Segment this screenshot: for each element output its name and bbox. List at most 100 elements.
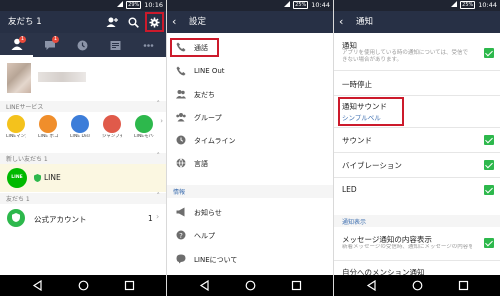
notification-checkbox[interactable] [484, 48, 494, 58]
status-bar: 25% 10:44 [334, 0, 500, 11]
official-accounts-row[interactable]: 公式アカウント 1 › [0, 205, 166, 231]
home-icon[interactable] [245, 280, 256, 291]
vibration-checkbox[interactable] [484, 160, 494, 170]
clock-icon [176, 135, 186, 145]
settings-item-language[interactable]: 言語 [167, 152, 333, 174]
collapse-arrow-icon[interactable]: ˄ [157, 100, 161, 108]
settings-item-label: ヘルプ [194, 232, 215, 240]
battery-indicator: 29% [126, 1, 142, 9]
line-services-label: LINEサービス [6, 104, 44, 111]
tab-more[interactable] [132, 33, 165, 57]
signal-icon [451, 1, 458, 7]
tab-timeline[interactable] [66, 33, 99, 57]
globe-icon [176, 158, 186, 168]
service-label: LINEモバイル [134, 134, 154, 139]
recents-icon[interactable] [291, 280, 302, 291]
led-checkbox[interactable] [484, 185, 494, 195]
divider-line [334, 260, 500, 261]
android-nav-bar [334, 275, 500, 296]
android-nav-bar [0, 275, 166, 296]
collapse-arrow-icon[interactable]: ˄ [157, 192, 161, 200]
new-friend-row[interactable]: LINE LINE [0, 164, 166, 192]
settings-item-notices[interactable]: お知らせ [167, 201, 333, 223]
message-content-row[interactable]: メッセージ通知の内容表示 新着メッセージの受信時、通知にメッセージの内容を表示し… [334, 229, 500, 259]
highlight-box [338, 97, 404, 126]
app-header: 友だち 1 [0, 11, 166, 33]
page-title: 通知 [356, 17, 374, 27]
message-content-checkbox[interactable] [484, 238, 494, 248]
display-section-label: 通知表示 [342, 219, 367, 226]
settings-item-label: LINE Out [194, 67, 225, 75]
home-icon[interactable] [412, 280, 423, 291]
new-friends-label: 新しい友だち 1 [6, 156, 48, 163]
add-friend-icon[interactable] [104, 14, 120, 30]
back-icon[interactable] [366, 280, 377, 291]
sound-checkbox[interactable] [484, 135, 494, 145]
recents-icon[interactable] [458, 280, 469, 291]
home-icon[interactable] [78, 280, 89, 291]
collapse-arrow-icon[interactable]: ˄ [157, 152, 161, 160]
chevron-right-icon: › [156, 212, 160, 221]
settings-item-label: 言語 [194, 160, 208, 168]
pause-label: 一時停止 [342, 80, 372, 89]
back-icon[interactable] [199, 280, 210, 291]
friends-section-label: 友だち 1 [6, 196, 30, 203]
led-row[interactable]: LED [334, 178, 500, 202]
settings-item-groups[interactable]: グループ [167, 106, 333, 128]
notification-description: アプリを使用している時の通知については、受信できない場合があります。 [342, 50, 469, 63]
settings-item-timeline[interactable]: タイムライン [167, 129, 333, 151]
disney-icon [71, 115, 89, 133]
settings-item-help[interactable]: ? ヘルプ [167, 224, 333, 246]
settings-item-line-out[interactable]: LINE Out [167, 60, 333, 82]
service-item-manga[interactable]: LINEマンガ LINE新 [6, 115, 26, 140]
tab-chats[interactable]: 1 [33, 33, 66, 57]
service-item-pokopoko[interactable]: LINE ポコポコ [38, 115, 58, 140]
highlight-box [170, 38, 219, 57]
tab-friends[interactable]: 1 [0, 33, 33, 57]
line-out-icon [176, 66, 186, 76]
profile-row[interactable] [0, 57, 166, 101]
notification-toggle-row[interactable]: 通知 アプリを使用している時の通知については、受信できない場合があります。 [334, 36, 500, 70]
sound-row[interactable]: サウンド [334, 128, 500, 152]
page-title: 設定 [189, 17, 207, 27]
app-header: ‹ 設定 [167, 11, 333, 33]
avatar [7, 63, 31, 93]
pokopoko-icon [39, 115, 57, 133]
svg-text:?: ? [179, 232, 183, 240]
shield-icon [34, 174, 41, 182]
mention-row[interactable]: 自分へのメンション通知 [334, 262, 500, 276]
help-icon: ? [176, 230, 186, 240]
service-item-jumputi[interactable]: ジャンプチ ヒー [102, 115, 122, 140]
signal-icon [284, 1, 291, 7]
settings-item-label: グループ [194, 114, 222, 122]
settings-item-label: LINEについて [194, 256, 238, 264]
status-time: 10:44 [311, 1, 330, 9]
service-item-disney[interactable]: LINE Disne [70, 115, 90, 140]
back-icon[interactable] [32, 280, 43, 291]
service-item-mobile[interactable]: LINEモバイル [134, 115, 154, 140]
tab-bar: 1 1 [0, 33, 166, 57]
chevron-right-icon[interactable]: › [160, 117, 163, 125]
service-label: ジャンプチ ヒー [102, 134, 122, 139]
official-accounts-count: 1 [148, 214, 153, 223]
recents-icon[interactable] [124, 280, 135, 291]
vibration-row[interactable]: バイブレーション [334, 153, 500, 177]
tab-news[interactable] [99, 33, 132, 57]
service-label: LINE Disne [70, 134, 90, 139]
back-arrow-icon[interactable]: ‹ [339, 11, 343, 33]
group-icon [176, 113, 186, 122]
manga-icon [7, 115, 25, 133]
new-friend-name: LINE [44, 173, 61, 182]
signal-icon [117, 1, 124, 7]
jumputi-icon [103, 115, 121, 133]
message-content-description: 新着メッセージの受信時、通知にメッセージの内容を表示します。 [342, 244, 472, 250]
tab-badge: 1 [52, 36, 59, 43]
settings-item-friends[interactable]: 友だち [167, 83, 333, 105]
friends-screen: 29% 10:16 友だち 1 1 1 LINEサービス ˄ LINEマン LI… [0, 0, 166, 296]
pause-row[interactable]: 一時停止 [334, 71, 500, 95]
back-arrow-icon[interactable]: ‹ [172, 11, 176, 33]
settings-item-about[interactable]: LINEについて [167, 248, 333, 270]
battery-indicator: 25% [293, 1, 309, 9]
search-icon[interactable] [125, 14, 141, 30]
page-title: 友だち 1 [8, 17, 42, 27]
